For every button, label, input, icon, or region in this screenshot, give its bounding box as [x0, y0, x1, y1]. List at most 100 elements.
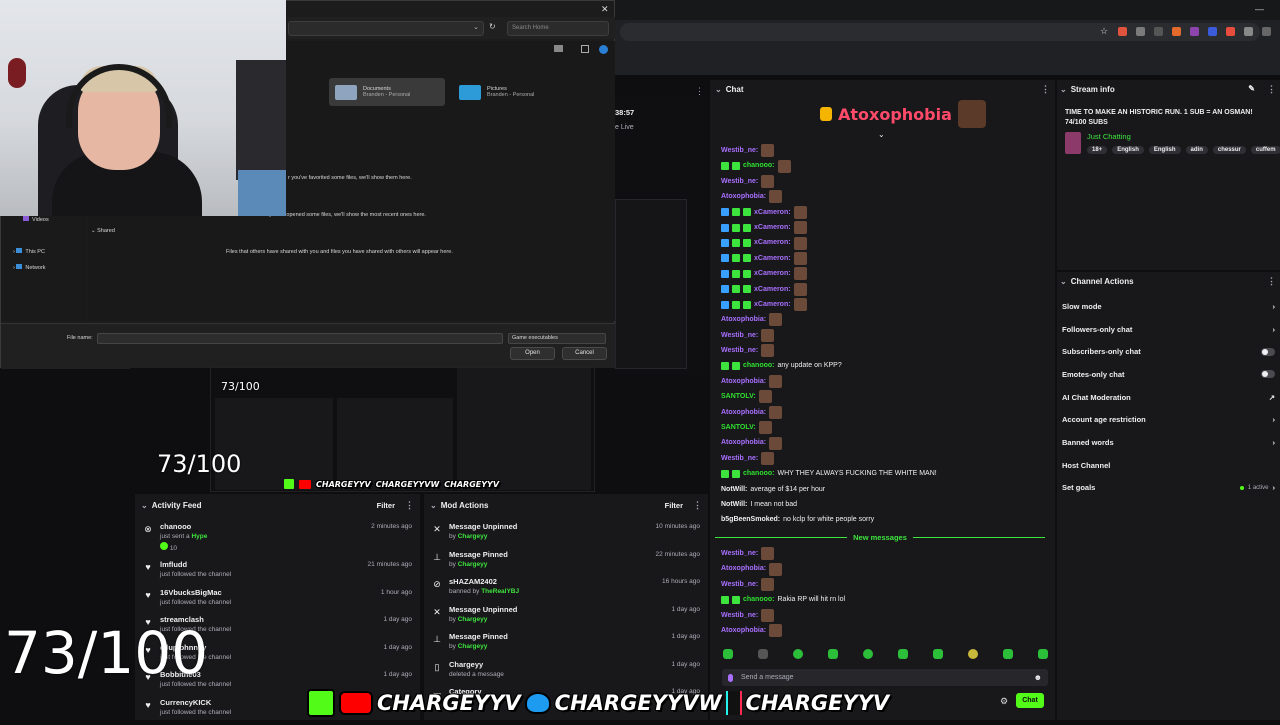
chat-username[interactable]: Westib_ne: — [721, 577, 758, 592]
chat-username[interactable]: Westib_ne: — [721, 328, 758, 343]
chat-message[interactable]: xCameron: — [721, 220, 1051, 235]
chat-username[interactable]: xCameron: — [754, 282, 791, 297]
more-options-icon[interactable]: ⋮ — [695, 86, 704, 97]
mod-action-item[interactable]: ⊘ sHAZAM2402banned by TheRealYBJ 16 hour… — [424, 577, 708, 605]
chat-message[interactable]: NotWill:I mean not bad — [721, 497, 1051, 512]
chat-username[interactable]: NotWill: — [721, 482, 747, 497]
extension-icon[interactable] — [1244, 27, 1253, 36]
refresh-icon[interactable]: ↻ — [489, 22, 496, 31]
shared-section-header[interactable]: ⌄ Shared — [91, 228, 115, 234]
category-name[interactable]: Just Chatting — [1087, 132, 1131, 141]
chat-username[interactable]: SANTOLV: — [721, 389, 756, 404]
chat-message[interactable]: SANTOLV: — [721, 389, 1051, 404]
chat-username[interactable]: Westib_ne: — [721, 546, 758, 561]
quick-access-pictures[interactable]: Pictures Branden - Personal — [453, 78, 569, 106]
help-icon[interactable] — [599, 45, 608, 54]
chat-message[interactable]: Westib_ne: — [721, 577, 1051, 592]
action-followers-only[interactable]: Followers-only chat› — [1057, 318, 1280, 341]
open-button[interactable]: Open — [510, 347, 555, 360]
nav-item-videos[interactable]: Videos — [23, 215, 49, 223]
chat-username[interactable]: xCameron: — [754, 251, 791, 266]
chevron-down-icon[interactable]: ⌄ — [141, 501, 148, 510]
close-icon[interactable]: ✕ — [601, 4, 609, 15]
nav-item-this-pc[interactable]: › This PC — [13, 248, 45, 255]
action-emotes-only[interactable]: Emotes-only chat — [1057, 363, 1280, 386]
chat-message[interactable]: xCameron: — [721, 251, 1051, 266]
action-host-channel[interactable]: Host Channel — [1057, 454, 1280, 477]
activity-item[interactable]: ♥ 16VbucksBigMacjust followed the channe… — [135, 588, 420, 616]
chat-username[interactable]: Atoxophobia: — [721, 312, 766, 327]
chat-message[interactable]: xCameron: — [721, 282, 1051, 297]
chat-message[interactable]: Westib_ne: — [721, 143, 1051, 158]
mod-action-item[interactable]: ✕ Message Unpinnedby Chargeyy 10 minutes… — [424, 522, 708, 550]
microphone-icon[interactable] — [728, 674, 733, 682]
chat-message[interactable]: Atoxophobia: — [721, 189, 1051, 204]
chat-username[interactable]: Westib_ne: — [721, 174, 758, 189]
dialog-address-bar[interactable] — [288, 21, 484, 36]
emote-icon[interactable] — [863, 649, 873, 659]
tag[interactable]: 18+ — [1087, 146, 1107, 154]
action-subscribers-only[interactable]: Subscribers-only chat — [1057, 340, 1280, 363]
chat-input[interactable]: Send a message ☻ — [722, 669, 1048, 686]
extension-icon[interactable] — [1190, 27, 1199, 36]
chat-username[interactable]: xCameron: — [754, 266, 791, 281]
more-options-icon[interactable]: ⋮ — [405, 500, 414, 511]
chevron-down-icon[interactable]: ⌄ — [430, 501, 437, 510]
chat-username[interactable]: Westib_ne: — [721, 143, 758, 158]
chat-username[interactable]: b5gBeenSmoked: — [721, 512, 780, 527]
chat-message[interactable]: chanooo:any update on KPP? — [721, 358, 1051, 373]
chevron-down-icon[interactable]: ⌄ — [1060, 277, 1067, 286]
filter-button[interactable]: Filter — [377, 501, 395, 510]
chat-username[interactable]: Atoxophobia: — [721, 374, 766, 389]
emotes-only-toggle[interactable] — [1261, 370, 1275, 378]
chat-username[interactable]: Atoxophobia: — [721, 623, 766, 638]
preview-pane-icon[interactable] — [581, 45, 589, 53]
action-slow-mode[interactable]: Slow mode› — [1057, 295, 1280, 318]
chat-message[interactable]: NotWill:average of $14 per hour — [721, 482, 1051, 497]
chat-message[interactable]: Atoxophobia: — [721, 405, 1051, 420]
chat-message[interactable]: xCameron: — [721, 266, 1051, 281]
chat-message[interactable]: xCameron: — [721, 205, 1051, 220]
emote-icon[interactable] — [898, 649, 908, 659]
chevron-down-icon[interactable]: ⌄ — [878, 130, 885, 139]
extension-icon[interactable] — [1118, 27, 1127, 36]
activity-item[interactable]: ⊗ chanooo just sent a Hype 10 2 minutes … — [135, 522, 420, 560]
chat-message[interactable]: Atoxophobia: — [721, 312, 1051, 327]
quick-access-documents[interactable]: Documents Branden - Personal — [329, 78, 445, 106]
chat-message[interactable]: Westib_ne: — [721, 343, 1051, 358]
chat-message[interactable]: Atoxophobia: — [721, 435, 1051, 450]
mod-action-item[interactable]: ⊥ Message Pinnedby Chargeyy 22 minutes a… — [424, 550, 708, 578]
emote-icon[interactable] — [968, 649, 978, 659]
extension-icon[interactable] — [1136, 27, 1145, 36]
tag[interactable]: English — [1112, 146, 1144, 154]
chat-username[interactable]: Westib_ne: — [721, 451, 758, 466]
tag[interactable]: adin — [1186, 146, 1208, 154]
extension-icon[interactable] — [1226, 27, 1235, 36]
chat-username[interactable]: Atoxophobia: — [721, 189, 766, 204]
cancel-button[interactable]: Cancel — [562, 347, 607, 360]
chat-username[interactable]: chanooo: — [743, 158, 775, 173]
chat-message[interactable]: Atoxophobia: — [721, 561, 1051, 576]
mod-action-item[interactable]: ▯ Chargeyydeleted a message 1 day ago — [424, 660, 708, 688]
action-banned-words[interactable]: Banned words› — [1057, 431, 1280, 454]
action-account-age[interactable]: Account age restriction› — [1057, 408, 1280, 431]
chat-username[interactable]: Westib_ne: — [721, 343, 758, 358]
subscribers-only-toggle[interactable] — [1261, 348, 1275, 356]
minimize-icon[interactable]: — — [1255, 4, 1264, 14]
chat-message[interactable]: Westib_ne: — [721, 328, 1051, 343]
chat-message[interactable]: Atoxophobia: — [721, 623, 1051, 638]
chat-username[interactable]: chanooo: — [743, 358, 775, 373]
file-name-input[interactable] — [97, 333, 503, 344]
emote-icon[interactable] — [758, 649, 768, 659]
extension-icon[interactable] — [1172, 27, 1181, 36]
emote-icon[interactable] — [933, 649, 943, 659]
chat-message[interactable]: Westib_ne: — [721, 174, 1051, 189]
mod-action-item[interactable]: ✕ Message Unpinnedby Chargeyy 1 day ago — [424, 605, 708, 633]
chevron-down-icon[interactable]: ⌄ — [1060, 85, 1067, 94]
chat-username[interactable]: Atoxophobia: — [721, 405, 766, 420]
chat-message[interactable]: xCameron: — [721, 297, 1051, 312]
chat-message[interactable]: chanooo:WHY THEY ALWAYS FUCKING THE WHIT… — [721, 466, 1051, 481]
chat-message[interactable]: Atoxophobia: — [721, 374, 1051, 389]
chat-message[interactable]: xCameron: — [721, 235, 1051, 250]
dialog-search-input[interactable]: Search Home — [507, 21, 609, 36]
